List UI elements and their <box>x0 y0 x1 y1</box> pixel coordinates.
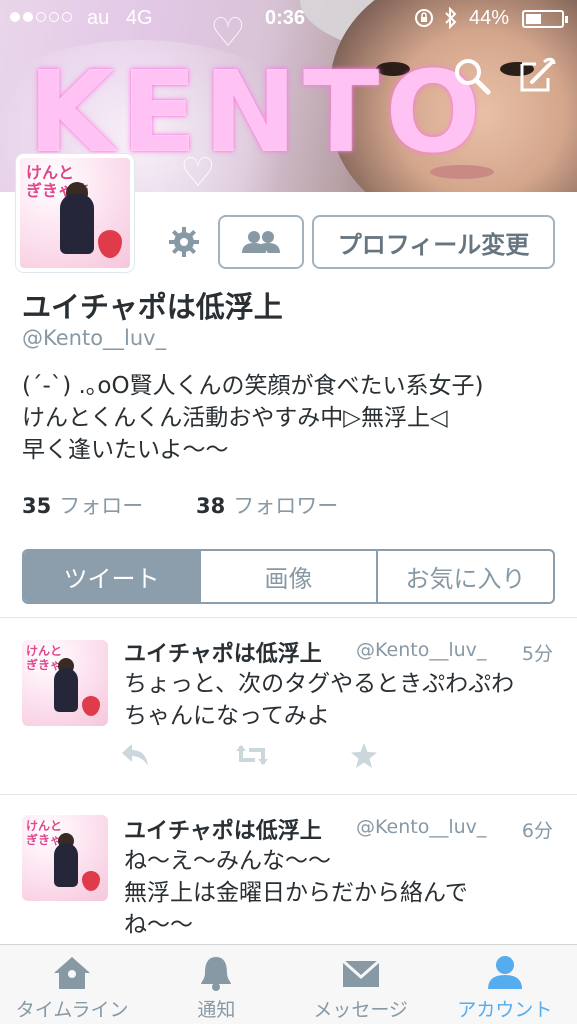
status-bar: au 4G 0:36 44% <box>0 0 577 38</box>
tweet-author-handle: @Kento__luv_ <box>356 639 487 661</box>
tabbar-item-account[interactable]: アカウント <box>433 945 577 1024</box>
people-icon <box>242 231 280 253</box>
display-name: ユイチャポは低浮上 <box>22 290 283 324</box>
tweet-text: ね〜え〜みんな〜〜 無浮上は金曜日からだから絡んで ね〜〜 <box>124 848 468 938</box>
bottom-tab-bar: タイムライン 通知 メッセージ アカウント <box>0 944 577 1024</box>
tweet-item[interactable]: けんと ぎきゃま ユイチャポは低浮上 @Kento__luv_ 5分 ちょっと、… <box>0 618 577 794</box>
followers-label: フォロワー <box>233 494 339 518</box>
carrier-label: au 4G <box>87 7 153 29</box>
retweet-icon[interactable] <box>235 742 350 772</box>
envelope-icon <box>341 959 380 987</box>
tab-tweets[interactable]: ツイート <box>24 551 199 602</box>
rotation-lock-icon <box>414 8 434 34</box>
tweet-item[interactable]: けんと ぎきゃま ユイチャポは低浮上 @Kento__luv_ 6分 ね〜え〜み… <box>0 795 577 945</box>
tweet-avatar[interactable]: けんと ぎきゃま <box>22 640 108 726</box>
person-icon <box>487 956 522 989</box>
tweet-timestamp: 5分 <box>521 643 553 665</box>
home-icon <box>54 957 91 989</box>
profile-bio: (´-`) .｡oO賢人くんの笑顔が食べたい系女子) けんとくんくん活動おやすみ… <box>22 373 484 463</box>
following-label: フォロー <box>59 494 144 518</box>
clock: 0:36 <box>265 7 306 29</box>
following-count: 35 <box>22 494 52 518</box>
following-stat[interactable]: 35 フォロー <box>22 490 143 520</box>
battery-percent: 44% <box>469 7 510 29</box>
tweet-author-name: ユイチャポは低浮上 <box>124 642 322 667</box>
profile-tabs: ツイート 画像 お気に入り <box>22 549 555 604</box>
tab-favorites[interactable]: お気に入り <box>376 551 553 602</box>
search-icon[interactable] <box>452 56 492 100</box>
tweet-timestamp: 6分 <box>521 820 553 842</box>
settings-gear-icon[interactable] <box>168 226 200 258</box>
signal-strength-icon <box>10 12 72 22</box>
profile-handle: @Kento__luv_ <box>22 326 167 350</box>
tweet-author-handle: @Kento__luv_ <box>356 816 487 838</box>
people-button[interactable] <box>218 215 304 269</box>
profile-avatar[interactable]: けんと ぎきゃま <box>16 154 134 272</box>
bell-icon <box>201 957 232 991</box>
edit-profile-button[interactable]: プロフィール変更 <box>312 215 555 269</box>
followers-count: 38 <box>196 494 226 518</box>
battery-icon <box>522 10 568 28</box>
tabbar-label: 通知 <box>197 999 236 1021</box>
tweet-text: ちょっと、次のタグやるときぷわぷわ ちゃんになってみよ <box>124 671 515 729</box>
tabbar-label: タイムライン <box>15 999 129 1021</box>
tabbar-label: アカウント <box>457 999 553 1021</box>
tabbar-item-notifications[interactable]: 通知 <box>144 945 288 1024</box>
tabbar-item-timeline[interactable]: タイムライン <box>0 945 144 1024</box>
reply-icon[interactable] <box>120 742 235 772</box>
tabbar-item-messages[interactable]: メッセージ <box>289 945 433 1024</box>
tabbar-label: メッセージ <box>313 999 408 1021</box>
bluetooth-icon <box>444 6 458 35</box>
compose-icon[interactable] <box>518 56 558 100</box>
tab-media[interactable]: 画像 <box>199 551 376 602</box>
followers-stat[interactable]: 38 フォロワー <box>196 490 338 520</box>
tweet-avatar[interactable]: けんと ぎきゃま <box>22 815 108 901</box>
tweet-author-name: ユイチャポは低浮上 <box>124 819 322 844</box>
favorite-star-icon[interactable] <box>350 742 465 772</box>
